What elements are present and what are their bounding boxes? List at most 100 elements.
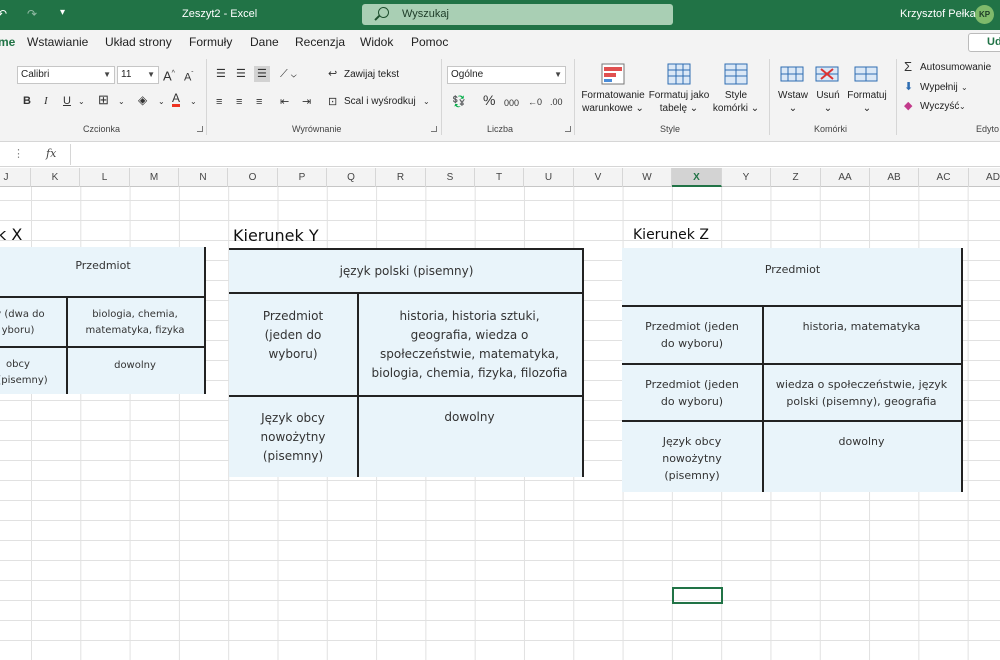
cell-styles-button[interactable]: Style komórki ⌄ xyxy=(708,89,764,115)
tab-home[interactable]: me xyxy=(0,35,15,49)
column-header-selected[interactable]: X xyxy=(672,168,722,187)
column-header[interactable]: N xyxy=(179,168,228,187)
format-as-table-icon[interactable] xyxy=(667,63,691,85)
conditional-formatting-button[interactable]: Formatowanie warunkowe ⌄ xyxy=(579,89,647,115)
column-header[interactable]: K xyxy=(31,168,80,187)
align-bottom-icon[interactable]: ☰ xyxy=(254,66,270,82)
chevron-down-icon[interactable]: ⌄ xyxy=(78,95,85,109)
increase-decimal-icon[interactable]: ←0 xyxy=(528,95,542,109)
merge-center-button[interactable]: Scal i wyśrodkuj xyxy=(344,96,416,108)
increase-indent-icon[interactable]: ⇥ xyxy=(302,95,311,109)
column-header[interactable]: Q xyxy=(327,168,376,187)
column-header[interactable]: AB xyxy=(870,168,919,187)
chevron-down-icon[interactable]: ⌄ xyxy=(959,100,966,114)
bold-icon[interactable]: B xyxy=(23,94,31,108)
insert-function-icon[interactable]: fx xyxy=(46,147,56,160)
redo-icon[interactable]: ↷ xyxy=(27,7,37,21)
table-y-picture[interactable]: język polski (pisemny) Przedmiot (jeden … xyxy=(229,248,584,477)
column-header[interactable]: M xyxy=(130,168,179,187)
tab-insert[interactable]: Wstawianie xyxy=(27,35,88,49)
format-cells-button[interactable]: Formatuj ⌄ xyxy=(843,89,891,115)
fill-color-icon[interactable]: ◈ xyxy=(138,93,147,107)
tab-formulas[interactable]: Formuły xyxy=(189,35,232,49)
underline-icon[interactable]: U xyxy=(63,94,71,108)
borders-icon[interactable]: ⊞ xyxy=(98,93,109,107)
italic-icon[interactable]: I xyxy=(44,94,48,108)
alignment-dialog-launcher-icon[interactable] xyxy=(431,126,437,132)
font-name-dropdown[interactable]: Calibri ▼ xyxy=(17,66,115,84)
quick-access-menu-icon[interactable]: ▾ xyxy=(60,7,65,18)
column-header[interactable]: P xyxy=(278,168,327,187)
fill-icon[interactable]: ⬇ xyxy=(904,80,913,94)
conditional-formatting-icon[interactable] xyxy=(601,63,625,85)
format-as-table-button[interactable]: Formatuj jako tabelę ⌄ xyxy=(648,89,710,115)
font-dialog-launcher-icon[interactable] xyxy=(197,126,203,132)
tab-page-layout[interactable]: Układ strony xyxy=(105,35,172,49)
align-left-icon[interactable]: ≡ xyxy=(216,95,222,109)
align-middle-icon[interactable]: ☰ xyxy=(236,67,246,81)
align-top-icon[interactable]: ☰ xyxy=(216,67,226,81)
decrease-decimal-icon[interactable]: .00 xyxy=(550,95,563,109)
number-dialog-launcher-icon[interactable] xyxy=(565,126,571,132)
column-header[interactable]: L xyxy=(80,168,130,187)
tab-help[interactable]: Pomoc xyxy=(411,35,448,49)
decrease-indent-icon[interactable]: ⇤ xyxy=(280,95,289,109)
eraser-icon[interactable]: ◆ xyxy=(904,99,912,113)
orientation-icon[interactable]: ⟋ ⌄ xyxy=(280,67,297,81)
clear-button[interactable]: Wyczyść xyxy=(920,101,959,113)
format-cells-icon[interactable] xyxy=(854,63,878,85)
column-header[interactable]: V xyxy=(574,168,623,187)
fill-button[interactable]: Wypełnij xyxy=(920,82,958,94)
column-header[interactable]: AC xyxy=(919,168,969,187)
delete-cells-icon[interactable] xyxy=(815,63,839,85)
cancel-icon[interactable]: ⋮ xyxy=(13,147,24,160)
undo-icon[interactable]: ↶ xyxy=(0,7,7,21)
column-header[interactable]: Y xyxy=(722,168,771,187)
tab-data[interactable]: Dane xyxy=(250,35,279,49)
column-header[interactable]: AD xyxy=(969,168,1000,187)
user-name[interactable]: Krzysztof Pełka xyxy=(900,8,976,20)
formula-input[interactable] xyxy=(70,144,1000,165)
font-size-dropdown[interactable]: 11 ▼ xyxy=(117,66,159,84)
column-header[interactable]: T xyxy=(475,168,524,187)
active-cell[interactable] xyxy=(672,587,723,604)
comma-style-icon[interactable]: 000 xyxy=(504,96,519,110)
autosum-button[interactable]: Autosumowanie xyxy=(920,62,991,74)
column-header[interactable]: R xyxy=(376,168,426,187)
cell-styles-icon[interactable] xyxy=(724,63,748,85)
column-header[interactable]: J xyxy=(0,168,31,187)
chevron-down-icon[interactable]: ⌄ xyxy=(118,95,125,109)
shrink-font-icon[interactable]: Aˇ xyxy=(184,68,193,85)
accounting-format-icon[interactable]: 💱 xyxy=(452,95,466,109)
merge-center-icon[interactable]: ⊡ xyxy=(328,95,337,109)
tab-review[interactable]: Recenzja xyxy=(295,35,345,49)
insert-cells-button[interactable]: Wstaw ⌄ xyxy=(773,89,813,115)
column-header[interactable]: W xyxy=(623,168,672,187)
number-format-dropdown[interactable]: Ogólne ▼ xyxy=(447,66,566,84)
percent-icon[interactable]: % xyxy=(483,93,495,107)
align-right-icon[interactable]: ≡ xyxy=(256,95,262,109)
column-header[interactable]: U xyxy=(524,168,574,187)
autosum-icon[interactable]: Σ xyxy=(904,60,912,74)
column-header[interactable]: O xyxy=(228,168,278,187)
chevron-down-icon[interactable]: ⌄ xyxy=(423,95,430,109)
chevron-down-icon[interactable]: ⌄ xyxy=(158,95,165,109)
insert-cells-icon[interactable] xyxy=(780,63,804,85)
search-box[interactable]: Wyszukaj xyxy=(362,4,673,25)
font-color-icon[interactable]: A xyxy=(172,92,181,107)
chevron-down-icon[interactable]: ⌄ xyxy=(961,81,968,95)
column-header[interactable]: S xyxy=(426,168,475,187)
avatar[interactable]: KP xyxy=(975,5,994,24)
share-button[interactable]: Ud xyxy=(968,33,1000,52)
column-header[interactable]: AA xyxy=(821,168,870,187)
grow-font-icon[interactable]: A^ xyxy=(163,67,175,83)
wrap-text-icon[interactable]: ↩ xyxy=(328,67,337,81)
wrap-text-button[interactable]: Zawijaj tekst xyxy=(344,69,399,81)
align-center-icon[interactable]: ≡ xyxy=(236,95,242,109)
column-header[interactable]: Z xyxy=(771,168,821,187)
table-z-picture[interactable]: Przedmiot Przedmiot (jeden do wyboru) hi… xyxy=(622,248,963,492)
table-x-picture[interactable]: Przedmiot ty (dwa do yboru) biologia, ch… xyxy=(0,247,206,394)
chevron-down-icon[interactable]: ⌄ xyxy=(190,95,197,109)
tab-view[interactable]: Widok xyxy=(360,35,393,49)
delete-cells-button[interactable]: Usuń ⌄ xyxy=(808,89,848,115)
